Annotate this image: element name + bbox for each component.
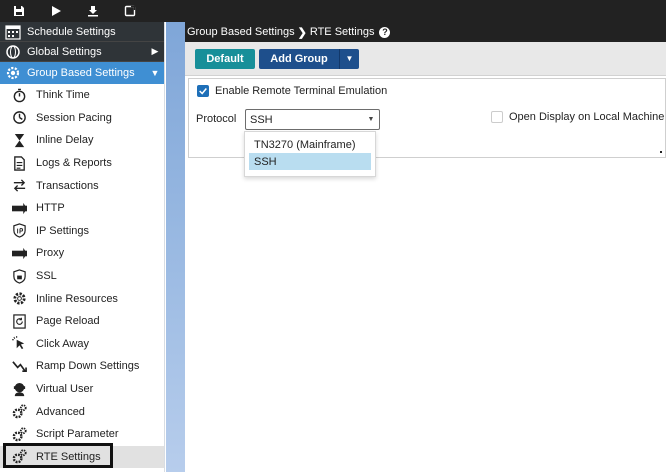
sidebar-item-transactions[interactable]: Transactions <box>0 174 164 197</box>
sidebar-item-label: Page Reload <box>36 315 100 328</box>
sidebar-item-ramp-down-settings[interactable]: Ramp Down Settings <box>0 355 164 378</box>
http-icon <box>10 200 28 216</box>
document-icon <box>10 155 28 171</box>
ssl-shield-icon <box>10 268 28 284</box>
sidebar-item-label: Ramp Down Settings <box>36 360 140 373</box>
sidebar-item-label: Session Pacing <box>36 111 112 124</box>
sidebar-item-session-pacing[interactable]: Session Pacing <box>0 107 164 130</box>
sidebar-item-label: HTTP <box>36 202 65 215</box>
protocol-label: Protocol <box>196 113 237 125</box>
enable-rte-checkbox[interactable] <box>197 85 209 97</box>
gear-icon <box>10 291 28 307</box>
sidebar-item-http[interactable]: HTTP <box>0 197 164 220</box>
sidebar-item-label: RTE Settings <box>36 450 101 463</box>
chevron-down-icon: ▼ <box>150 68 160 78</box>
sidebar-item-label: SSL <box>36 270 57 283</box>
caret-down-icon: ▼ <box>367 116 375 123</box>
sidebar-item-label: Advanced <box>36 405 85 418</box>
stopwatch-icon <box>10 87 28 103</box>
action-bar: Default Add Group ▼ <box>185 42 666 76</box>
chevron-right-icon: ▶ <box>151 46 159 56</box>
sidebar-item-advanced[interactable]: Advanced <box>0 400 164 423</box>
gears-icon <box>10 449 28 465</box>
edit-icon[interactable] <box>111 0 148 22</box>
sidebar-item-label: Inline Delay <box>36 134 94 147</box>
sidebar-item-virtual-user[interactable]: Virtual User <box>0 378 164 401</box>
timer-icon <box>10 110 28 126</box>
sidebar-item-logs-reports[interactable]: Logs & Reports <box>0 152 164 175</box>
save-icon[interactable] <box>0 0 37 22</box>
sidebar-item-label: Inline Resources <box>36 292 118 305</box>
sidebar-item-ip-settings[interactable]: IP Settings <box>0 220 164 243</box>
caret-down-icon[interactable]: ▼ <box>339 48 359 69</box>
sidebar-item-label: Think Time <box>36 89 90 102</box>
add-group-label: Add Group <box>270 52 328 65</box>
gears-icon <box>10 404 28 420</box>
protocol-select[interactable]: SSH ▼ <box>245 109 380 130</box>
sidebar-item-label: Proxy <box>36 247 65 260</box>
sidebar-item-label: Group Based Settings <box>27 67 135 79</box>
help-icon[interactable]: ? <box>379 26 391 38</box>
protocol-value: SSH <box>250 113 273 126</box>
cursor-icon <box>10 336 28 352</box>
open-display-checkbox[interactable] <box>491 111 503 123</box>
sidebar-item-label: Script Parameter <box>36 428 119 441</box>
play-icon[interactable] <box>37 0 74 22</box>
group-gear-icon <box>4 65 22 81</box>
sidebar-item-label: Schedule Settings <box>27 25 116 38</box>
check-icon <box>199 88 207 95</box>
ip-shield-icon <box>10 223 28 239</box>
breadcrumb-parent[interactable]: Group Based Settings <box>187 26 295 38</box>
arrows-icon <box>10 178 28 194</box>
sidebar-item-inline-resources[interactable]: Inline Resources <box>0 287 164 310</box>
sidebar: Schedule Settings Global Settings ▶ Grou… <box>0 22 165 472</box>
sidebar-item-label: IP Settings <box>36 224 89 237</box>
breadcrumb-separator: ❯ <box>297 26 307 39</box>
protocol-option-ssh[interactable]: SSH <box>249 153 371 170</box>
breadcrumb: Group Based Settings ❯ RTE Settings ? <box>185 22 666 42</box>
sidebar-item-page-reload[interactable]: Page Reload <box>0 310 164 333</box>
reload-icon <box>10 313 28 329</box>
sidebar-item-global-settings[interactable]: Global Settings ▶ <box>0 42 164 62</box>
resize-handle <box>660 151 662 153</box>
enable-rte-label: Enable Remote Terminal Emulation <box>215 85 388 97</box>
sidebar-item-label: Virtual User <box>36 383 94 396</box>
protocol-option-tn3270[interactable]: TN3270 (Mainframe) <box>249 136 371 153</box>
sidebar-item-proxy[interactable]: Proxy <box>0 242 164 265</box>
open-display-row[interactable]: Open Display on Local Machine <box>491 111 664 123</box>
hourglass-icon <box>10 132 28 148</box>
sidebar-item-schedule-settings[interactable]: Schedule Settings <box>0 22 164 42</box>
sidebar-splitter[interactable] <box>166 22 185 472</box>
sidebar-item-ssl[interactable]: SSL <box>0 265 164 288</box>
sidebar-item-label: Global Settings <box>27 45 102 58</box>
enable-rte-row[interactable]: Enable Remote Terminal Emulation <box>197 85 387 97</box>
sidebar-item-label: Click Away <box>36 337 89 350</box>
sidebar-item-inline-delay[interactable]: Inline Delay <box>0 129 164 152</box>
proxy-icon <box>10 245 28 261</box>
sidebar-item-script-parameter[interactable]: Script Parameter <box>0 423 164 446</box>
ramp-down-icon <box>10 358 28 374</box>
gears-icon <box>10 426 28 442</box>
schedule-icon <box>4 24 22 40</box>
open-display-label: Open Display on Local Machine <box>509 111 665 123</box>
sidebar-item-click-away[interactable]: Click Away <box>0 333 164 356</box>
sidebar-item-group-based-settings[interactable]: Group Based Settings ▼ <box>0 62 164 84</box>
sidebar-item-label: Logs & Reports <box>36 157 112 170</box>
default-button[interactable]: Default <box>195 48 255 69</box>
download-icon[interactable] <box>74 0 111 22</box>
sidebar-item-think-time[interactable]: Think Time <box>0 84 164 107</box>
sidebar-item-rte-settings[interactable]: RTE Settings <box>0 445 164 469</box>
breadcrumb-current: RTE Settings <box>309 26 375 38</box>
protocol-dropdown: TN3270 (Mainframe) SSH <box>244 131 376 177</box>
top-toolbar <box>0 0 666 22</box>
add-group-button[interactable]: Add Group ▼ <box>259 48 359 69</box>
globe-icon <box>4 44 22 60</box>
sidebar-item-label: Transactions <box>36 179 99 192</box>
user-icon <box>10 381 28 397</box>
main-content: Group Based Settings ❯ RTE Settings ? De… <box>185 22 666 472</box>
